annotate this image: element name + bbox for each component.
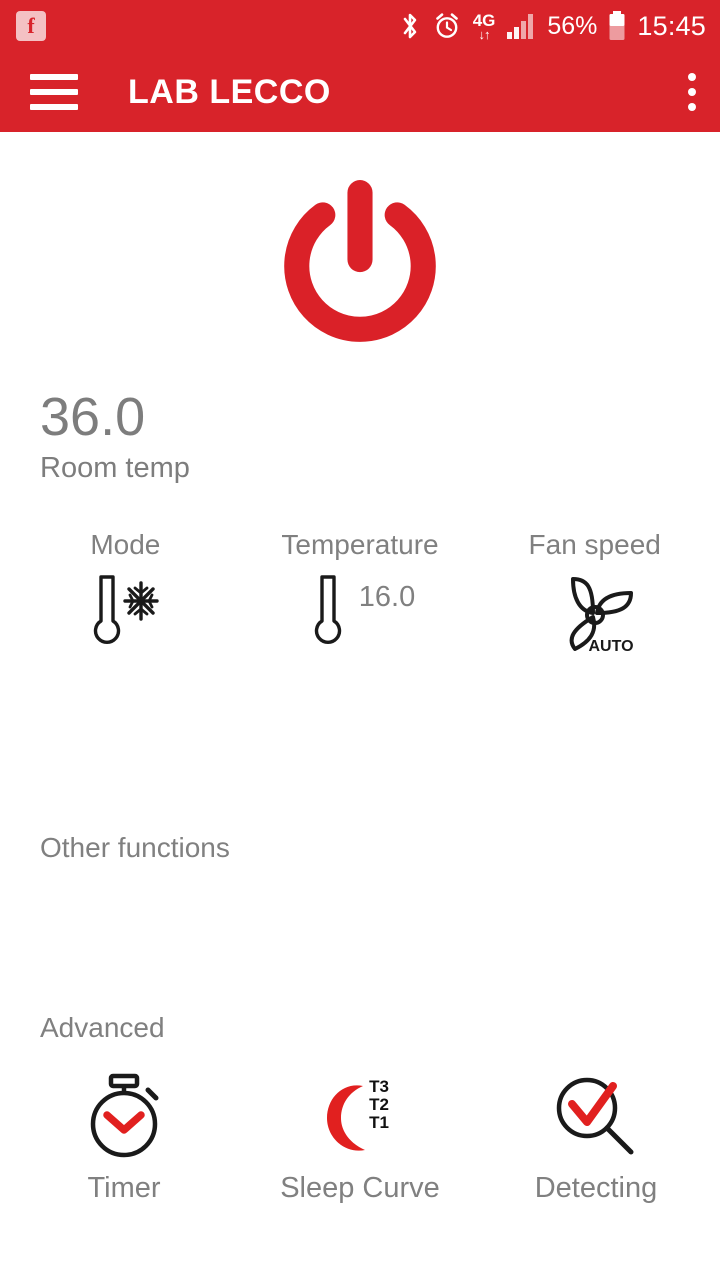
control-temperature[interactable]: Temperature 16.0: [243, 529, 478, 662]
sleep-marker-t3: T3: [369, 1077, 389, 1096]
overflow-dot: [688, 103, 696, 111]
room-temperature-value: 36.0: [40, 387, 146, 447]
hamburger-line: [30, 89, 78, 95]
advanced-item-sleep-curve-label: Sleep Curve: [280, 1171, 440, 1204]
main-content: 36.0 Room temp Mode Temperature 16.0 Fan…: [0, 132, 720, 1280]
thermometer-snowflake-icon: [75, 567, 167, 662]
other-functions-title: Other functions: [40, 831, 230, 863]
control-fan-speed-label: Fan speed: [528, 528, 661, 560]
sleep-marker-t1: T1: [369, 1113, 389, 1132]
advanced-item-timer[interactable]: Timer: [6, 1070, 242, 1205]
control-temperature-label: Temperature: [281, 528, 439, 560]
page-title: LAB LECCO: [128, 72, 331, 111]
overflow-menu-icon[interactable]: [688, 73, 696, 111]
control-fan-speed[interactable]: Fan speed AUTO: [477, 529, 712, 662]
facebook-icon: f: [16, 11, 46, 41]
svg-text:AUTO: AUTO: [588, 638, 633, 655]
overflow-dot: [688, 88, 696, 96]
control-mode[interactable]: Mode: [8, 529, 243, 662]
clock-label: 15:45: [637, 10, 706, 41]
control-temperature-icon-row: 16.0: [243, 567, 478, 662]
hamburger-line: [30, 74, 78, 80]
alarm-clock-icon: [432, 11, 462, 41]
crescent-moon-icon: T3 T2 T1: [305, 1070, 415, 1162]
hamburger-line: [30, 104, 78, 110]
advanced-item-timer-label: Timer: [87, 1171, 161, 1204]
overflow-dot: [688, 73, 696, 81]
advanced-item-detecting-label: Detecting: [534, 1171, 658, 1204]
power-button-container: [0, 132, 720, 375]
status-bar-system-icons: 4G ↓↑ 56% 15:45: [399, 10, 706, 42]
control-mode-icon-row: [8, 567, 243, 662]
status-bar-notifications: f: [16, 11, 46, 41]
magnifier-check-icon: [547, 1070, 645, 1162]
hamburger-menu-icon[interactable]: [30, 74, 78, 110]
room-temperature-block: 36.0 Room temp: [0, 389, 720, 485]
advanced-items-row: Timer T3 T2 T1 Sleep Curve Detecting: [0, 1070, 720, 1205]
bluetooth-icon: [399, 11, 421, 41]
stopwatch-icon: [78, 1070, 170, 1162]
advanced-title: Advanced: [40, 1011, 165, 1043]
network-type-icon: 4G ↓↑: [472, 10, 496, 42]
control-fan-speed-icon-row: AUTO: [477, 567, 712, 660]
battery-icon: [608, 10, 626, 42]
power-button-icon[interactable]: [267, 174, 453, 365]
fan-propeller-icon: AUTO: [543, 567, 647, 660]
control-temperature-value: 16.0: [358, 580, 416, 613]
signal-bars-icon: [506, 12, 536, 40]
battery-percent-label: 56%: [547, 11, 598, 40]
thermometer-icon: [305, 567, 351, 662]
advanced-section: Advanced Timer T3 T2 T1 Sleep Curve Dete…: [0, 1012, 720, 1205]
app-bar: LAB LECCO: [0, 52, 720, 132]
facebook-glyph: f: [27, 13, 35, 38]
control-mode-label: Mode: [90, 528, 161, 560]
advanced-item-sleep-curve[interactable]: T3 T2 T1 Sleep Curve: [242, 1070, 478, 1205]
sleep-marker-t2: T2: [369, 1095, 389, 1114]
controls-row: Mode Temperature 16.0 Fan speed AUTO: [0, 529, 720, 662]
advanced-item-detecting[interactable]: Detecting: [478, 1070, 714, 1205]
other-functions-section: Other functions: [0, 832, 720, 864]
status-bar: f 4G ↓↑ 56% 15:45: [0, 0, 720, 52]
room-temperature-label: Room temp: [40, 451, 190, 484]
